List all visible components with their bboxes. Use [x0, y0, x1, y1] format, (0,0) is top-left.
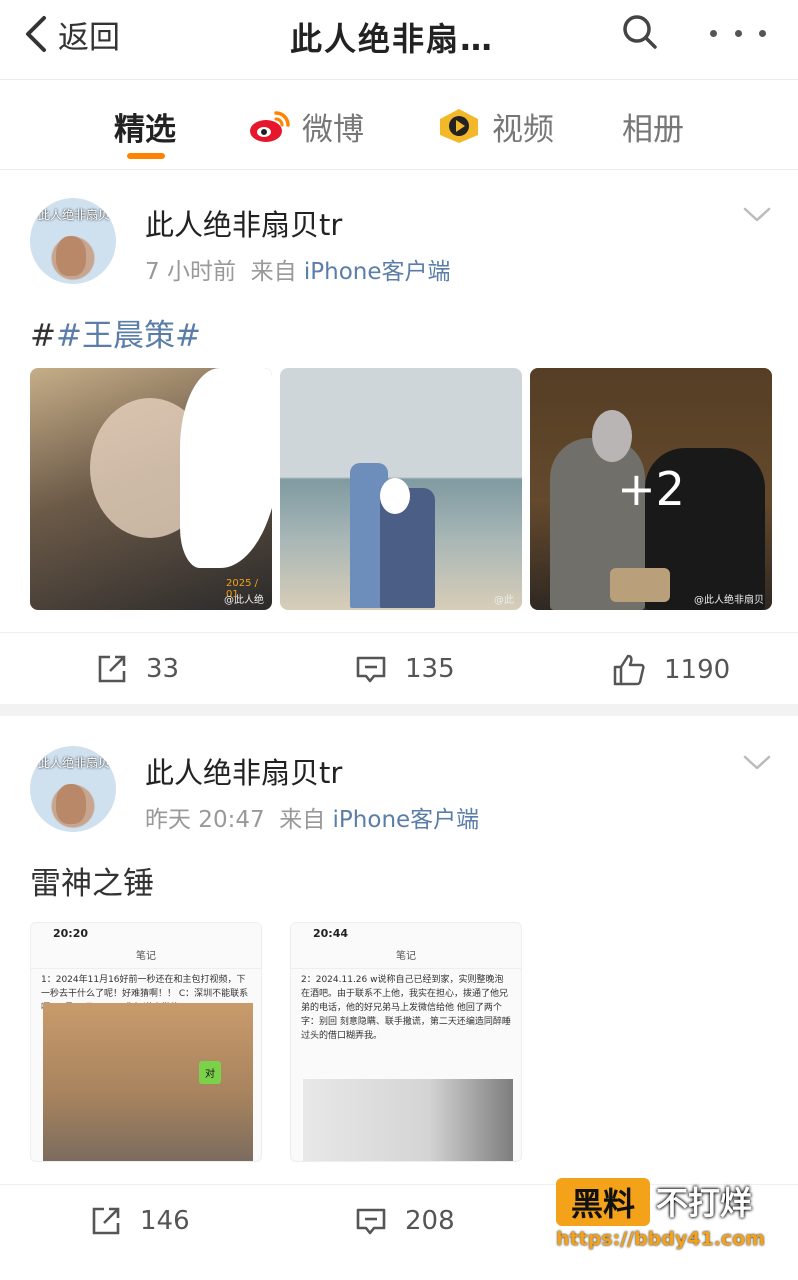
post-meta: 7 小时前 来自 iPhone客户端	[145, 252, 451, 286]
tab-videos[interactable]: 视频	[436, 104, 554, 148]
share-icon	[98, 655, 126, 683]
top-bar: 返回 此人绝非扇…	[0, 0, 798, 80]
post-photo[interactable]: 2025 / 01 @此人绝	[30, 368, 272, 610]
post-source[interactable]: iPhone客户端	[333, 807, 480, 833]
watermark-text: 不打烊	[656, 1184, 753, 1222]
post-actions: 33 135 1190	[0, 632, 798, 712]
hashtag-link[interactable]: #王晨策#	[56, 318, 201, 354]
post-separator	[0, 704, 798, 716]
back-button[interactable]: 返回	[22, 12, 120, 56]
post-meta: 昨天 20:47 来自 iPhone客户端	[145, 800, 479, 834]
photo-redaction	[380, 478, 410, 514]
search-icon[interactable]	[620, 12, 660, 52]
tab-featured[interactable]: 精选	[114, 104, 176, 148]
comment-count: 208	[405, 1206, 455, 1236]
tab-bar: 精选 微博 视频 相册	[0, 80, 798, 170]
photo-watermark: @此人绝	[224, 595, 264, 606]
avatar-text: 此人绝非扇贝	[38, 208, 111, 222]
hashtag-prefix: #	[30, 318, 56, 354]
username[interactable]: 此人绝非扇贝tr	[145, 202, 342, 244]
chevron-down-icon[interactable]	[742, 206, 772, 224]
photo-watermark: @此	[494, 595, 514, 606]
post-from: 来自	[279, 807, 326, 833]
weibo-logo-icon	[250, 111, 290, 142]
post-time: 昨天 20:47	[145, 807, 265, 833]
repost-count: 33	[146, 654, 180, 684]
post-source[interactable]: iPhone客户端	[304, 259, 451, 285]
tab-label: 视频	[492, 111, 554, 148]
chevron-down-icon[interactable]	[742, 754, 772, 772]
chat-reply: 对	[199, 1061, 221, 1084]
post-photo[interactable]: +2 @此人绝非扇贝	[530, 368, 772, 610]
avatar[interactable]: 此人绝非扇贝	[30, 198, 116, 284]
back-label: 返回	[58, 19, 120, 56]
post-card: 此人绝非扇贝 此人绝非扇贝tr 7 小时前 来自 iPhone客户端 ##王晨策…	[0, 170, 798, 700]
tab-albums[interactable]: 相册	[622, 104, 684, 148]
screenshot-image	[303, 1079, 513, 1161]
watermark-badge: 黑料	[556, 1178, 650, 1226]
site-watermark: 黑料 不打烊 https://bbdy41.com	[556, 1178, 786, 1258]
tab-label: 精选	[114, 111, 176, 148]
active-tab-indicator	[127, 153, 165, 159]
video-channel-icon	[440, 109, 478, 143]
screenshot-status-time: 20:20	[53, 927, 89, 940]
comment-icon	[356, 656, 386, 683]
post-photo[interactable]: 20:20 笔记 1：2024年11月16好前一秒还在和主包打视频，下一秒去干什…	[30, 922, 262, 1162]
screenshot-note-text: 2：2024.11.26 w说称自己已经到家，实则整晚泡在酒吧。由于联系不上他，…	[301, 975, 511, 1041]
photo-redaction	[180, 368, 272, 568]
more-photos-count: +2	[530, 368, 772, 610]
screenshot-status-time: 20:44	[313, 927, 349, 940]
tab-label: 微博	[302, 111, 364, 148]
post-photo[interactable]: @此	[280, 368, 522, 610]
avatar-figure	[56, 236, 86, 276]
post-from: 来自	[250, 259, 297, 285]
chevron-left-icon	[26, 16, 46, 52]
comment-button[interactable]: 135	[355, 653, 455, 685]
comment-icon	[356, 1208, 386, 1235]
comment-count: 135	[405, 654, 455, 684]
share-icon	[92, 1207, 120, 1235]
tab-label: 相册	[622, 111, 684, 148]
tab-weibo[interactable]: 微博	[248, 104, 364, 148]
thumbs-up-icon	[613, 654, 645, 686]
page-title: 此人绝非扇…	[290, 20, 495, 58]
like-button[interactable]: 1190	[612, 653, 730, 687]
like-count: 1190	[664, 655, 731, 685]
post-time: 7 小时前	[145, 259, 236, 285]
username[interactable]: 此人绝非扇贝tr	[145, 750, 342, 792]
post-photo[interactable]: 20:44 笔记 2：2024.11.26 w说称自己已经到家，实则整晚泡在酒吧…	[290, 922, 522, 1162]
screenshot-nav-title: 笔记	[291, 947, 521, 969]
comment-button[interactable]: 208	[355, 1205, 455, 1237]
avatar-figure	[56, 784, 86, 824]
post-text: 雷神之锤	[30, 866, 154, 902]
screenshot-nav-title: 笔记	[31, 947, 261, 969]
avatar[interactable]: 此人绝非扇贝	[30, 746, 116, 832]
repost-button[interactable]: 33	[96, 653, 179, 685]
avatar-text: 此人绝非扇贝	[38, 756, 111, 770]
photo-watermark: @此人绝非扇贝	[694, 595, 764, 606]
post-text: ##王晨策#	[30, 310, 201, 355]
repost-count: 146	[140, 1206, 190, 1236]
repost-button[interactable]: 146	[90, 1205, 190, 1237]
watermark-url: https://bbdy41.com	[556, 1228, 766, 1250]
screenshot-chat-image: 对	[43, 1003, 253, 1161]
more-options-icon[interactable]	[710, 22, 766, 44]
